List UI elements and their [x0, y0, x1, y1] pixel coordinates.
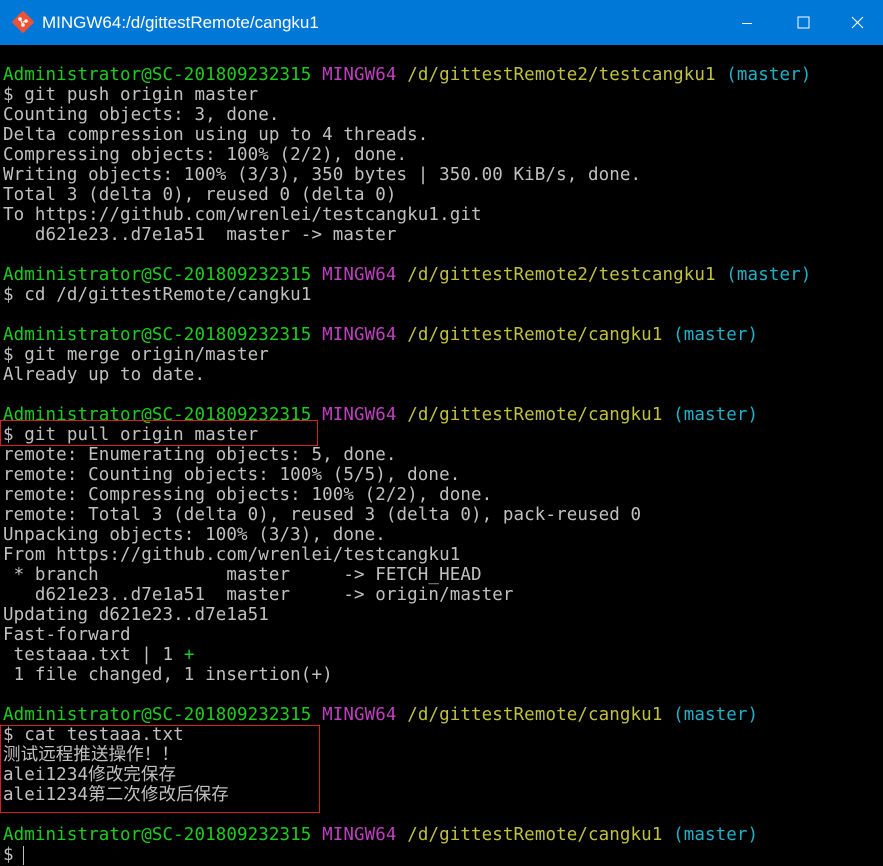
prompt-line: Administrator@SC-201809232315 MINGW64 /d… — [3, 705, 758, 725]
prompt-shell: MINGW64 — [322, 825, 397, 845]
prompt-symbol: $ — [3, 725, 25, 745]
prompt-path: /d/gittestRemote/cangku1 — [407, 405, 663, 425]
output-line: remote: Compressing objects: 100% (2/2),… — [3, 485, 493, 505]
minimize-icon — [742, 22, 752, 24]
terminal-output[interactable]: Administrator@SC-201809232315 MINGW64 /d… — [0, 45, 883, 866]
minimize-button[interactable] — [720, 0, 774, 45]
prompt-path: /d/gittestRemote/cangku1 — [407, 325, 663, 345]
prompt-line: Administrator@SC-201809232315 MINGW64 /d… — [3, 325, 758, 345]
diffstat-plus: + — [183, 645, 195, 665]
output-line: Compressing objects: 100% (2/2), done. — [3, 145, 408, 165]
prompt-shell: MINGW64 — [322, 65, 397, 85]
prompt-line: Administrator@SC-201809232315 MINGW64 /d… — [3, 825, 758, 845]
command-text: git push origin master — [24, 85, 259, 105]
output-line: remote: Counting objects: 100% (5/5), do… — [3, 465, 461, 485]
output-line: 1 file changed, 1 insertion(+) — [3, 665, 333, 685]
prompt-user-host: Administrator@SC-201809232315 — [3, 405, 312, 425]
prompt-symbol: $ — [3, 85, 25, 105]
output-text-cjk: 第二次修改后保存 — [88, 785, 229, 805]
prompt-branch: (master) — [726, 65, 812, 85]
prompt-symbol: $ — [3, 425, 25, 445]
maximize-icon — [797, 16, 809, 29]
command-line: $ cd /d/gittestRemote/cangku1 — [3, 285, 311, 305]
output-line: Counting objects: 3, done. — [3, 105, 280, 125]
close-button[interactable] — [832, 0, 883, 45]
command-line: $ git merge origin/master — [3, 345, 269, 365]
command-line[interactable]: $ — [3, 845, 24, 865]
prompt-path: /d/gittestRemote2/testcangku1 — [407, 65, 716, 85]
output-line: d621e23..d7e1a51 master -> origin/master — [3, 585, 514, 605]
output-line: testaaa.txt | 1 + — [3, 645, 195, 665]
close-icon — [851, 16, 864, 29]
output-line: * branch master -> FETCH_HEAD — [3, 565, 482, 585]
text-cursor — [23, 846, 24, 865]
command-line: $ git push origin master — [3, 85, 258, 105]
prompt-line: Administrator@SC-201809232315 MINGW64 /d… — [3, 405, 758, 425]
command-text: cat testaaa.txt — [24, 725, 184, 745]
output-line: Updating d621e23..d7e1a51 — [3, 605, 269, 625]
title-bar[interactable]: MINGW64:/d/gittestRemote/cangku1 — [0, 0, 883, 45]
output-line: Already up to date. — [3, 365, 206, 385]
output-line: remote: Total 3 (delta 0), reused 3 (del… — [3, 505, 642, 525]
prompt-shell: MINGW64 — [322, 405, 397, 425]
output-line: Fast-forward — [3, 625, 131, 645]
prompt-line: Administrator@SC-201809232315 MINGW64 /d… — [3, 65, 811, 85]
output-text: alei1234 — [3, 785, 89, 805]
prompt-branch: (master) — [673, 705, 759, 725]
output-line: Delta compression using up to 4 threads. — [3, 125, 429, 145]
prompt-user-host: Administrator@SC-201809232315 — [3, 65, 312, 85]
diffstat-text: testaaa.txt | 1 — [3, 645, 184, 665]
prompt-path: /d/gittestRemote/cangku1 — [407, 825, 663, 845]
terminal-window: MINGW64:/d/gittestRemote/cangku1 Adminis… — [0, 0, 883, 866]
output-line: From https://github.com/wrenlei/testcang… — [3, 545, 461, 565]
output-text-cjk: 修改完保存 — [88, 765, 177, 785]
output-line: remote: Enumerating objects: 5, done. — [3, 445, 397, 465]
prompt-shell: MINGW64 — [322, 265, 397, 285]
prompt-user-host: Administrator@SC-201809232315 — [3, 265, 312, 285]
prompt-shell: MINGW64 — [322, 325, 397, 345]
prompt-symbol: $ — [3, 285, 25, 305]
output-line: Total 3 (delta 0), reused 0 (delta 0) — [3, 185, 397, 205]
output-text: alei1234 — [3, 765, 89, 785]
prompt-branch: (master) — [673, 325, 759, 345]
output-line: alei1234修改完保存 — [3, 765, 176, 785]
command-text: cd /d/gittestRemote/cangku1 — [24, 285, 312, 305]
output-line: d621e23..d7e1a51 master -> master — [3, 225, 397, 245]
output-line: Unpacking objects: 100% (3/3), done. — [3, 525, 386, 545]
prompt-path: /d/gittestRemote/cangku1 — [407, 705, 663, 725]
command-text: git merge origin/master — [24, 345, 269, 365]
command-line: $ git pull origin master — [3, 425, 258, 445]
maximize-button[interactable] — [776, 0, 830, 45]
prompt-branch: (master) — [673, 405, 759, 425]
output-line: Writing objects: 100% (3/3), 350 bytes |… — [3, 165, 642, 185]
window-title: MINGW64:/d/gittestRemote/cangku1 — [42, 13, 319, 32]
prompt-symbol: $ — [3, 845, 25, 865]
prompt-shell: MINGW64 — [322, 705, 397, 725]
prompt-user-host: Administrator@SC-201809232315 — [3, 705, 312, 725]
prompt-branch: (master) — [673, 825, 759, 845]
command-line: $ cat testaaa.txt — [3, 725, 184, 745]
output-line: 测试远程推送操作！！ — [3, 745, 179, 765]
prompt-user-host: Administrator@SC-201809232315 — [3, 825, 312, 845]
command-text: git pull origin master — [24, 425, 259, 445]
output-line: alei1234第二次修改后保存 — [3, 785, 229, 805]
output-line: To https://github.com/wrenlei/testcangku… — [3, 205, 482, 225]
prompt-branch: (master) — [726, 265, 812, 285]
git-icon — [11, 10, 35, 34]
prompt-user-host: Administrator@SC-201809232315 — [3, 325, 312, 345]
prompt-line: Administrator@SC-201809232315 MINGW64 /d… — [3, 265, 811, 285]
prompt-symbol: $ — [3, 345, 25, 365]
prompt-path: /d/gittestRemote2/testcangku1 — [407, 265, 716, 285]
